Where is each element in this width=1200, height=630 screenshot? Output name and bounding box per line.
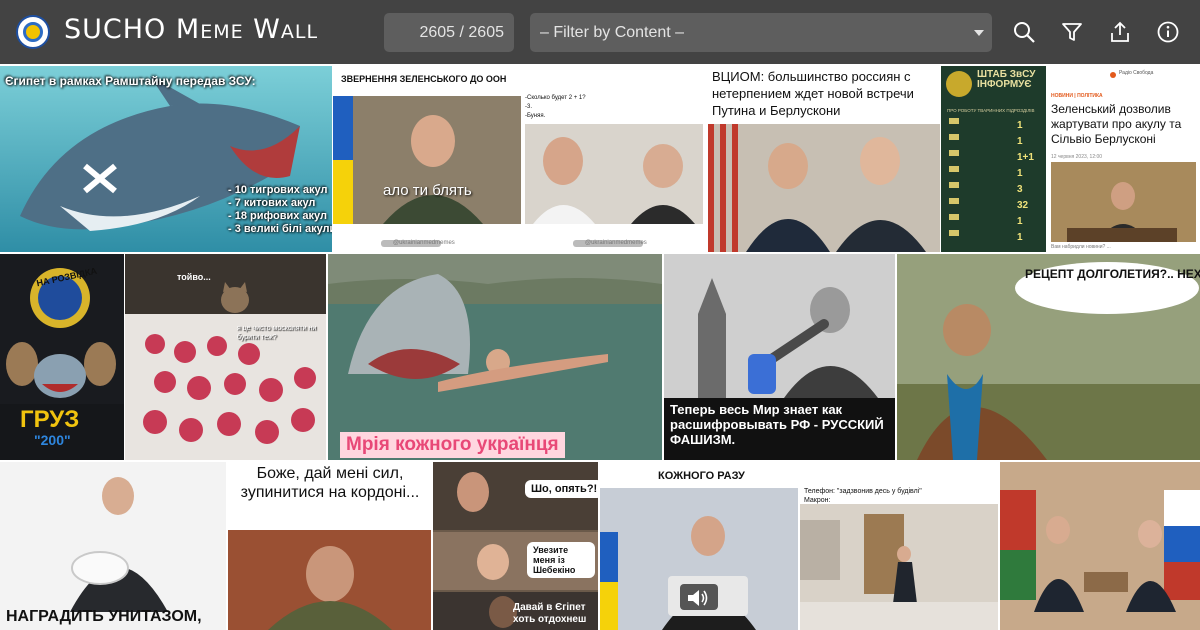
dialog-line: -3. xyxy=(525,104,533,110)
news-date: 12 червня 2023, 12:00 xyxy=(1051,154,1103,160)
leaders-meeting-photo xyxy=(1000,462,1200,630)
info-icon[interactable] xyxy=(1156,20,1180,44)
meme-tile-vciom[interactable]: ВЦИОМ: большинство россиян с нетерпением… xyxy=(708,66,940,252)
meme-counter[interactable]: 2605 / 2605 xyxy=(384,13,514,52)
poster-logo: ГРУЗ xyxy=(20,406,80,433)
list-item: - 18 рифових акул xyxy=(228,210,327,222)
meme-caption-title: ВЦИОМ: большинство россиян с нетерпением… xyxy=(712,69,914,118)
meme-caption-title: ЗВЕРНЕННЯ ЗЕЛЕНСЬКОГО ДО ООН xyxy=(341,74,507,84)
counter-text: 2605 / 2605 xyxy=(419,23,504,41)
filter-icon[interactable] xyxy=(1060,20,1084,44)
shark-swimmer-photo xyxy=(328,254,662,460)
count-value: 1 xyxy=(1017,120,1023,131)
meme-tile-every-time[interactable]: КОЖНОГО РАЗУ xyxy=(600,462,798,630)
meme-caption: ало ти блять xyxy=(383,182,472,199)
cat-meat-photo xyxy=(125,254,326,460)
app-title: SUCHO Meme Wall xyxy=(64,14,318,45)
putin-toilet-photo xyxy=(0,462,226,630)
count-value: 1 xyxy=(1017,232,1023,243)
meme-tile-cat-meat[interactable]: тойво... я це чисто москоляти ни бурити … xyxy=(125,254,326,460)
list-item: - 7 китових акул xyxy=(228,197,316,209)
count-value: 1 xyxy=(1017,136,1023,147)
news-headline: Зеленський дозволив жартувати про акулу … xyxy=(1051,102,1182,146)
zelensky-photo-collage xyxy=(333,96,703,247)
credit-left: @ukrainianmedmemes xyxy=(393,240,455,246)
comic-bubble: Шо, опять?! xyxy=(525,480,598,498)
shark-list: - 10 тигрових акул - 7 китових акул - 18… xyxy=(228,184,332,236)
count-value: 1 xyxy=(1017,168,1023,179)
count-value: 1+1 xyxy=(1017,152,1034,163)
meme-caption-top: тойво... xyxy=(177,272,211,282)
search-icon[interactable] xyxy=(1012,20,1036,44)
list-item: - 10 тигрових акул xyxy=(228,184,328,196)
meme-tile-radio-svoboda[interactable]: Радіо Свобода НОВИНИ | ПОЛІТИКА Зеленськ… xyxy=(1047,66,1200,252)
filter-placeholder: – Filter by Content – xyxy=(540,23,685,41)
meme-tile-shtab-zvsu[interactable]: ШТАБ ЗвСУ ІНФОРМУЄ ПРО РОБОТУ ТВАРИННИХ … xyxy=(941,66,1046,252)
chevron-down-icon xyxy=(974,30,984,36)
meme-tile-shark-egypt[interactable]: Єгипет в рамках Рамштайну передав ЗСУ: -… xyxy=(0,66,332,252)
app-title-first: SUCHO xyxy=(64,14,167,45)
list-item: - 3 великі білі акули xyxy=(228,223,332,235)
app-title-rest: Meme Wall xyxy=(175,14,319,45)
content-filter-select[interactable]: – Filter by Content – xyxy=(530,13,992,52)
steppe-man-photo xyxy=(897,254,1200,460)
dialog-line: -Буняя. xyxy=(525,113,546,119)
meme-caption-line: Макрон: xyxy=(804,497,831,504)
count-value: 32 xyxy=(1017,200,1029,211)
share-icon[interactable] xyxy=(1108,20,1132,44)
sucho-logo[interactable] xyxy=(16,15,50,49)
meme-caption: РЕЦЕПТ ДОЛГОЛЕТИЯ?.. НЕХУЙ ШАСТАТЬ В УКР… xyxy=(1025,267,1200,281)
news-footer: Вам набридли новини? ... xyxy=(1051,244,1111,250)
meme-caption: Боже, дай мені сил, зупинитися на кордон… xyxy=(240,465,420,501)
infographic-numbers: 1 1 1+1 1 3 32 1 1 xyxy=(1017,118,1034,246)
meme-caption: КОЖНОГО РАЗУ xyxy=(658,470,745,482)
count-value: 1 xyxy=(1017,216,1023,227)
meme-tile-shark-dream[interactable]: Мрія кожного українця xyxy=(328,254,662,460)
meme-tile-macron-phone[interactable]: Телефон: "задзвонив десь у будівлі" Макр… xyxy=(800,462,998,630)
comic-bubble: Увезите меня із Шебекіно xyxy=(527,542,595,578)
meme-tile-russian-fascism[interactable]: Теперь весь Мир знает как расшифровывать… xyxy=(664,254,895,460)
meme-caption: Мрія кожного українця xyxy=(340,432,565,458)
meme-caption: Теперь весь Мир знает как расшифровывать… xyxy=(670,402,884,447)
news-section: НОВИНИ | ПОЛІТИКА xyxy=(1051,93,1103,99)
meme-tile-zelensky-un[interactable]: ЗВЕРНЕННЯ ЗЕЛЕНСЬКОГО ДО ООН -Сколько бу… xyxy=(333,66,707,252)
news-brand: Радіо Свобода xyxy=(1119,70,1154,76)
meme-tile-toilet-award[interactable]: НАГРАДИТЬ УНИТАЗОМ, xyxy=(0,462,226,630)
infographic-subheader: ПРО РОБОТУ ТВАРИННИХ ПІДРОЗДІЛІВ xyxy=(947,108,1035,113)
infographic-header: ШТАБ ЗвСУ ІНФОРМУЄ xyxy=(977,69,1036,90)
meme-tile-border-prayer[interactable]: Боже, дай мені сил, зупинитися на кордон… xyxy=(228,462,431,630)
poster-logo-sub: "200" xyxy=(34,432,71,448)
meme-caption-title: Єгипет в рамках Рамштайну передав ЗСУ: xyxy=(5,74,256,88)
dialog-text: -Сколько будет 2 + 1? -3. -Буняя. xyxy=(525,94,586,121)
speaker-icon xyxy=(686,588,710,608)
meme-tile-gruz-200[interactable]: НА РОЗВІДКА ГРУЗ "200" xyxy=(0,254,124,460)
cat-speech: я це чисто москоляти ни бурити теж? xyxy=(237,325,317,341)
meme-caption-line: Телефон: "задзвонив десь у будівлі" xyxy=(804,488,922,495)
count-value: 3 xyxy=(1017,184,1023,195)
credit-right: @ukrainianmedmemes xyxy=(585,240,647,246)
comic-bubble: Давай в Єгіпет хоть отдохнеш xyxy=(513,602,587,625)
meme-caption: НАГРАДИТЬ УНИТАЗОМ, xyxy=(6,608,202,625)
logo-emblem xyxy=(23,22,43,42)
meme-tile-longevity[interactable]: РЕЦЕПТ ДОЛГОЛЕТИЯ?.. НЕХУЙ ШАСТАТЬ В УКР… xyxy=(897,254,1200,460)
app-header: SUCHO Meme Wall 2605 / 2605 – Filter by … xyxy=(0,0,1200,64)
dialog-line: -Сколько будет 2 + 1? xyxy=(525,95,586,101)
meme-tile-shebekino[interactable]: Шо, опять?! Увезите меня із Шебекіно Дав… xyxy=(433,462,598,630)
meme-tile-sochi-meeting[interactable] xyxy=(1000,462,1200,630)
